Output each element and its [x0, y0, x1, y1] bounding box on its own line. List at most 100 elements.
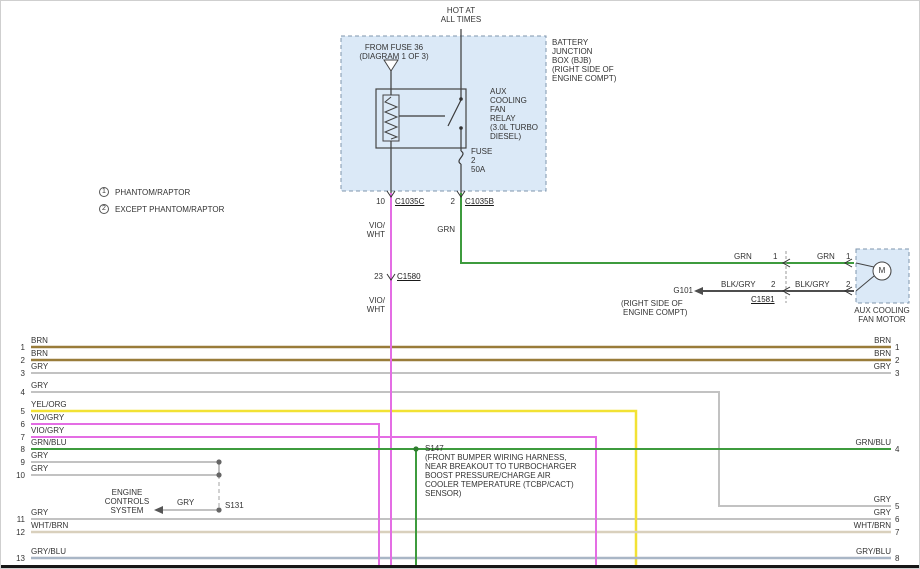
hot-at-label: HOT AT [421, 6, 501, 15]
row-wire-label: GRY [31, 381, 48, 390]
row-pin-right: 1 [895, 343, 911, 352]
row-pin-left: 2 [7, 356, 25, 365]
row-wire-label: GRY [31, 362, 48, 371]
row-wire-label-right: WHT/BRN [809, 521, 891, 530]
motor-name-line2: FAN MOTOR [844, 315, 920, 324]
row-pin-left: 5 [7, 407, 25, 416]
wire-row6-viogry [31, 424, 379, 567]
splice-s131-dot [216, 507, 221, 512]
row-wire-label-right: BRN [809, 336, 891, 345]
row-wire-label-right: GRY [809, 508, 891, 517]
s131-wire-color-label: GRY [177, 498, 194, 507]
splice-s147-note: COOLER TEMPERATURE (TCBP/CACT) [425, 480, 574, 489]
row-pin-left: 10 [7, 471, 25, 480]
row-wire-label: GRY/BLU [31, 547, 66, 556]
viowht-label-2b: WHT [355, 305, 385, 314]
row-pin-right: 5 [895, 502, 911, 511]
bjb-label-line5: ENGINE COMPT) [552, 74, 616, 83]
row-wire-label: GRY [31, 451, 48, 460]
row-pin-right: 2 [895, 356, 911, 365]
wire-grn-to-motor [461, 193, 854, 263]
engine-controls-label-line1: ENGINE [101, 488, 153, 497]
brn-wires [31, 347, 891, 360]
row-pin-left: 12 [7, 528, 25, 537]
relay-label-line1: AUX [490, 87, 506, 96]
relay-label-line2: COOLING [490, 96, 527, 105]
grn-label-right: GRN [817, 252, 835, 261]
connector-c1035b-link[interactable]: C1035B [465, 197, 494, 206]
row-pin-left: 4 [7, 388, 25, 397]
row-pin-left: 9 [7, 458, 25, 467]
row-pin-left: 3 [7, 369, 25, 378]
connector-c1580-link[interactable]: C1580 [397, 272, 421, 281]
blkgry-pin-left: 2 [771, 280, 775, 289]
all-times-label: ALL TIMES [421, 15, 501, 24]
legend-text-1: PHANTOM/RAPTOR [115, 188, 190, 197]
row-pin-left: 6 [7, 420, 25, 429]
legend-circled-2-icon: 2 [99, 204, 109, 214]
connector-c1581-link[interactable]: C1581 [751, 295, 775, 304]
wiring-diagram-page: HOT AT ALL TIMES BATTERY JUNCTION BOX (B… [0, 0, 920, 569]
grn-pin-right: 1 [846, 252, 850, 261]
row-wire-label: VIO/GRY [31, 413, 64, 422]
g101-location-line1: (RIGHT SIDE OF [621, 299, 683, 308]
c1035c-pin: 10 [363, 197, 385, 206]
blkgry-pin-right: 2 [846, 280, 850, 289]
row-pin-right: 8 [895, 554, 911, 563]
relay-terminal-dot [459, 126, 463, 130]
row-wire-label-right: GRY/BLU [809, 547, 891, 556]
fuse-label-line1: FUSE [471, 147, 492, 156]
row-wire-label: GRN/BLU [31, 438, 67, 447]
splice-s147-note: NEAR BREAKOUT TO TURBOCHARGER [425, 462, 576, 471]
row-wire-label-right: GRY [809, 495, 891, 504]
motor-name-line1: AUX COOLING [844, 306, 920, 315]
splice-s147-label: S147 [425, 444, 444, 453]
row-pin-left: 13 [7, 554, 25, 563]
bjb-label-line4: (RIGHT SIDE OF [552, 65, 614, 74]
connector-c1035c-link[interactable]: C1035C [395, 197, 424, 206]
row-wire-label: GRY [31, 508, 48, 517]
row-wire-label-right: BRN [809, 349, 891, 358]
bjb-label-line1: BATTERY [552, 38, 588, 47]
viowht-label-1a: VIO/ [355, 221, 385, 230]
row-wire-label: WHT/BRN [31, 521, 68, 530]
legend-text-2: EXCEPT PHANTOM/RAPTOR [115, 205, 224, 214]
page-bottom-bar [1, 565, 920, 569]
diagram-ref-label: (DIAGRAM 1 OF 3) [348, 52, 440, 61]
bjb-label-line3: BOX (BJB) [552, 56, 591, 65]
grn-pin-left: 1 [773, 252, 777, 261]
row-wire-label: BRN [31, 336, 48, 345]
motor-m-label: M [875, 266, 889, 275]
engine-controls-label-line3: SYSTEM [101, 506, 153, 515]
row-pin-right: 4 [895, 445, 911, 454]
row-wire-label: VIO/GRY [31, 426, 64, 435]
connector-chevrons [387, 191, 852, 295]
row-pin-right: 6 [895, 515, 911, 524]
c1580-pin: 23 [361, 272, 383, 281]
g101-location-line2: ENGINE COMPT) [623, 308, 687, 317]
fuse-label-line2: 2 [471, 156, 475, 165]
viowht-label-2a: VIO/ [355, 296, 385, 305]
splice-s147-dot [413, 446, 418, 451]
row-pin-left: 1 [7, 343, 25, 352]
grn-label-left: GRN [734, 252, 752, 261]
relay-terminal-dot [459, 97, 463, 101]
row-wire-label-right: GRN/BLU [809, 438, 891, 447]
fuse-label-line3: 50A [471, 165, 485, 174]
splice-s147-note: SENSOR) [425, 489, 461, 498]
blkgry-label-left: BLK/GRY [721, 280, 756, 289]
relay-label-line3: FAN [490, 105, 506, 114]
relay-label-line6: DIESEL) [490, 132, 521, 141]
from-fuse36-label: FROM FUSE 36 [348, 43, 440, 52]
grn-label-top: GRN [425, 225, 455, 234]
relay-label-line4: RELAY [490, 114, 516, 123]
splice-s131-label: S131 [225, 501, 244, 510]
ground-arrow-icon [694, 287, 703, 295]
splice-s147-note: (FRONT BUMPER WIRING HARNESS, [425, 453, 567, 462]
row-wire-label: GRY [31, 464, 48, 473]
splice-dot-row10 [216, 472, 221, 477]
row-pin-right: 3 [895, 369, 911, 378]
legend-circled-1-icon: 1 [99, 187, 109, 197]
viowht-label-1b: WHT [355, 230, 385, 239]
row-wire-label: YEL/ORG [31, 400, 67, 409]
